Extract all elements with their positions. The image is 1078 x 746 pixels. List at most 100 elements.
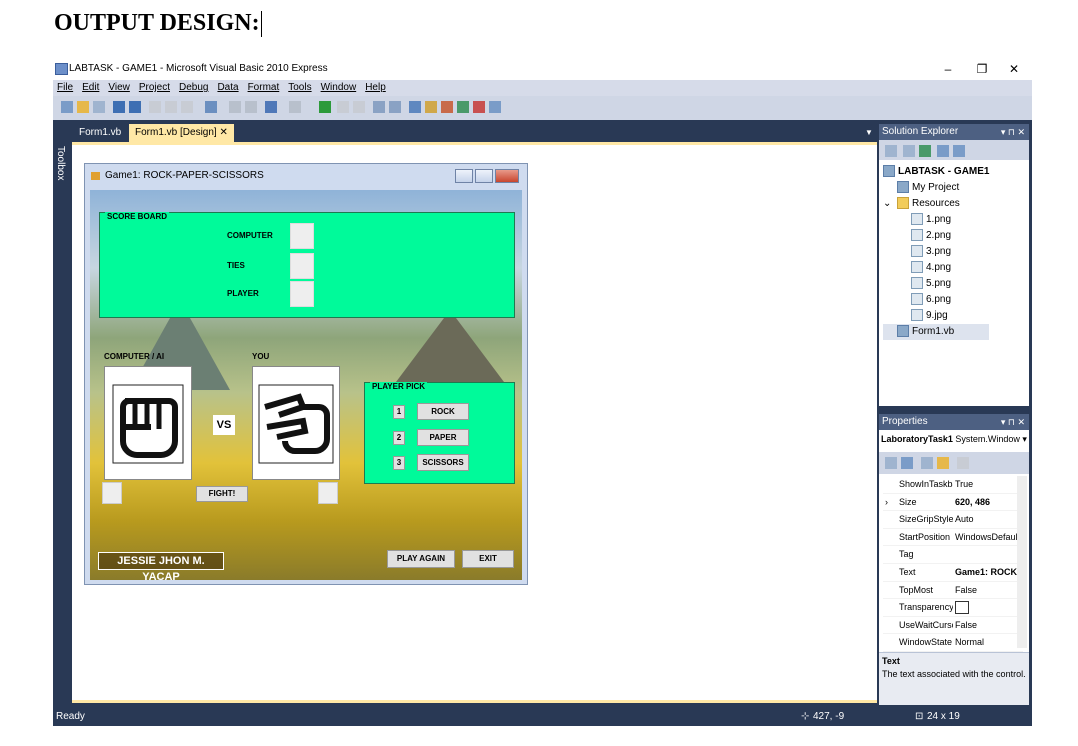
paste-icon[interactable] <box>181 101 193 113</box>
tab-form1-design[interactable]: Form1.vb [Design] ✕ <box>129 124 234 142</box>
extensions-icon[interactable] <box>489 101 501 113</box>
tree-item-file[interactable]: 1.png <box>883 212 989 228</box>
property-row[interactable]: StartPosition WindowsDefaul <box>883 529 1023 547</box>
menu-file[interactable]: File <box>57 82 73 93</box>
save-all-icon[interactable] <box>129 101 141 113</box>
player-hand-picture[interactable] <box>252 366 340 480</box>
tree-item-file[interactable]: 5.png <box>883 276 989 292</box>
pause-icon[interactable] <box>337 101 349 113</box>
property-value[interactable]: Normal <box>955 634 1017 651</box>
form-maximize-button[interactable] <box>475 169 493 183</box>
tree-item-file[interactable]: 3.png <box>883 244 989 260</box>
maximize-button[interactable]: ❐ <box>967 60 997 78</box>
tree-item-form1[interactable]: Form1.vb <box>883 324 990 340</box>
computer-hand-picture[interactable] <box>104 366 192 480</box>
player-score-box[interactable] <box>290 281 314 307</box>
property-value[interactable]: False <box>955 582 1017 599</box>
toolbox-label[interactable]: Toolbox <box>55 146 66 180</box>
menu-debug[interactable]: Debug <box>179 82 208 93</box>
play-again-button[interactable]: PLAY AGAIN <box>387 550 455 568</box>
toolbox-icon[interactable] <box>457 101 469 113</box>
menu-edit[interactable]: Edit <box>82 82 99 93</box>
menu-project[interactable]: Project <box>139 82 170 93</box>
property-value[interactable]: True <box>955 476 1017 493</box>
form-minimize-button[interactable] <box>455 169 473 183</box>
step-over-icon[interactable] <box>389 101 401 113</box>
paper-button[interactable]: PAPER <box>417 429 469 446</box>
property-value[interactable]: Game1: ROCK- <box>955 564 1017 581</box>
menu-format[interactable]: Format <box>248 82 280 93</box>
tree-item-file[interactable]: 9.jpg <box>883 308 989 324</box>
open-icon[interactable] <box>77 101 89 113</box>
chevron-down-icon[interactable]: ⌄ <box>883 196 897 212</box>
toolbox-strip[interactable]: Toolbox <box>53 120 69 700</box>
comment-icon[interactable] <box>229 101 241 113</box>
property-row[interactable]: Transparency <box>883 599 1023 617</box>
close-button[interactable]: ✕ <box>999 60 1029 78</box>
ties-score-box[interactable] <box>290 253 314 279</box>
alphabetical-icon[interactable] <box>901 457 913 469</box>
refresh-icon[interactable] <box>919 145 931 157</box>
tree-item-file[interactable]: 2.png <box>883 228 989 244</box>
properties-view-icon[interactable] <box>885 145 897 157</box>
add-item-icon[interactable] <box>93 101 105 113</box>
exit-button[interactable]: EXIT <box>462 550 514 568</box>
properties-scrollbar[interactable] <box>1017 476 1027 648</box>
show-all-files-icon[interactable] <box>903 145 915 157</box>
new-project-icon[interactable] <box>61 101 73 113</box>
scissors-button[interactable]: SCISSORS <box>417 454 469 471</box>
view-designer-icon[interactable] <box>953 145 965 157</box>
redo-icon[interactable] <box>289 101 301 113</box>
tree-item-file[interactable]: 6.png <box>883 292 989 308</box>
copy-icon[interactable] <box>165 101 177 113</box>
rock-button[interactable]: ROCK <box>417 403 469 420</box>
menu-data[interactable]: Data <box>217 82 238 93</box>
save-icon[interactable] <box>113 101 125 113</box>
player-pick-group[interactable]: PLAYER PICK 1 ROCK 2 PAPER 3 SCISSORS <box>364 382 515 484</box>
tree-item-project[interactable]: LABTASK - GAME1 <box>883 164 989 180</box>
property-value[interactable]: 620, 486 <box>955 494 1017 511</box>
uncomment-icon[interactable] <box>245 101 257 113</box>
start-debug-icon[interactable] <box>319 101 331 113</box>
menu-tools[interactable]: Tools <box>288 82 311 93</box>
property-pages-icon[interactable] <box>957 457 969 469</box>
form-close-button[interactable] <box>495 169 519 183</box>
minimize-button[interactable]: – <box>933 60 963 78</box>
property-value[interactable]: False <box>955 617 1017 634</box>
chevron-right-icon[interactable]: › <box>885 494 888 511</box>
menu-window[interactable]: Window <box>321 82 357 93</box>
property-row[interactable]: Text Game1: ROCK- <box>883 564 1023 582</box>
tree-item-my-project[interactable]: My Project <box>883 180 989 196</box>
stop-icon[interactable] <box>353 101 365 113</box>
object-selector[interactable]: LaboratoryTask1 System.Window ▾ <box>881 434 1027 445</box>
property-row[interactable]: › Size 620, 486 <box>883 494 1023 512</box>
undo-icon[interactable] <box>265 101 277 113</box>
property-value[interactable]: Auto <box>955 511 1017 528</box>
fight-button[interactable]: FIGHT! <box>196 486 248 502</box>
solution-explorer-icon[interactable] <box>409 101 421 113</box>
panel-controls-icon[interactable]: ▾ ⊓ ✕ <box>1001 124 1025 140</box>
find-icon[interactable] <box>205 101 217 113</box>
categorized-icon[interactable] <box>885 457 897 469</box>
property-row[interactable]: ShowInTaskba True <box>883 476 1023 494</box>
properties-icon[interactable] <box>921 457 933 469</box>
menu-view[interactable]: View <box>108 82 130 93</box>
step-into-icon[interactable] <box>373 101 385 113</box>
panel-controls-icon[interactable]: ▾ ⊓ ✕ <box>1001 414 1025 430</box>
tab-dropdown-icon[interactable]: ▼ <box>865 128 873 137</box>
scoreboard-group[interactable]: SCORE BOARD COMPUTER TIES PLAYER <box>99 212 515 318</box>
object-browser-icon[interactable] <box>441 101 453 113</box>
properties-icon[interactable] <box>425 101 437 113</box>
start-page-icon[interactable] <box>473 101 485 113</box>
player-result-box[interactable] <box>318 482 338 504</box>
form-window[interactable]: Game1: ROCK-PAPER-SCISSORS SCORE BOARD C… <box>84 163 528 585</box>
cut-icon[interactable] <box>149 101 161 113</box>
tree-item-resources[interactable]: ⌄ Resources <box>883 196 989 212</box>
events-icon[interactable] <box>937 457 949 469</box>
property-row[interactable]: TopMost False <box>883 582 1023 600</box>
close-tab-icon[interactable]: ✕ <box>219 127 227 138</box>
transparency-color-swatch[interactable] <box>955 599 1017 616</box>
menu-help[interactable]: Help <box>365 82 386 93</box>
computer-score-box[interactable] <box>290 223 314 249</box>
property-row[interactable]: WindowState Normal <box>883 634 1023 652</box>
